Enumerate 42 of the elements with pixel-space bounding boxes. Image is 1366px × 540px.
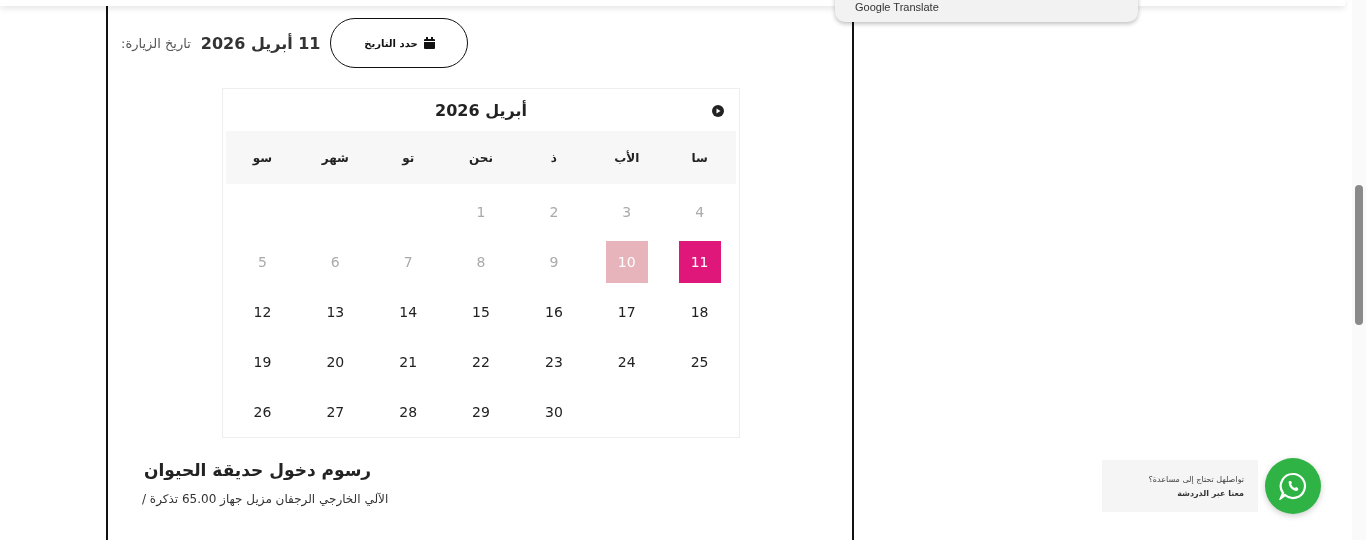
calendar-day[interactable]: 17	[605, 291, 648, 333]
calendar-day[interactable]: 14	[387, 291, 430, 333]
calendar-day[interactable]: 20	[314, 341, 357, 383]
chat-prompt: تواصلهل تحتاج إلى مساعدة؟	[1147, 474, 1244, 484]
section-heading: رسوم دخول حديقة الحيوان	[144, 460, 372, 480]
calendar-day[interactable]: 15	[460, 291, 502, 333]
calendar-day[interactable]: 27	[314, 391, 357, 433]
calendar-day[interactable]: 18	[678, 291, 721, 333]
calendar-day[interactable]: 19	[241, 341, 284, 383]
weekday-label: تو	[402, 150, 415, 165]
selected-date: 11 أبريل 2026	[200, 33, 321, 53]
calendar-day[interactable]: 13	[314, 291, 357, 333]
chat-prompt: معنا عبر الدردشة	[1176, 488, 1244, 498]
chat-bubble[interactable]: تواصلهل تحتاج إلى مساعدة؟ معنا عبر الدردشة	[1102, 460, 1258, 512]
calendar-day[interactable]: 16	[532, 291, 575, 333]
calendar-day[interactable]: 11	[678, 241, 721, 283]
calendar-day[interactable]: 28	[387, 391, 430, 433]
weekday-label: نحن	[469, 150, 493, 165]
calendar-day[interactable]: 26	[241, 391, 284, 433]
weekday-label: سا	[691, 150, 708, 165]
weekday-label: الأب	[614, 150, 640, 165]
weekday-label: سو	[252, 150, 273, 165]
chat-button[interactable]	[1265, 458, 1321, 514]
ticket-price-line: الآلي الخارجي الرجفان مزيل جهاز 65.00 تذكرة /	[142, 492, 389, 506]
calendar-day[interactable]: 22	[460, 341, 502, 383]
translate-label: Google Translate	[855, 1, 939, 14]
month-title: أبريل 2026	[435, 100, 527, 120]
phone-bubble-icon	[1279, 472, 1307, 500]
visit-date-label: تاريخ الزيارة:	[121, 35, 191, 51]
calendar-day[interactable]: 30	[532, 391, 575, 433]
scrollbar-thumb[interactable]	[1355, 185, 1363, 325]
weekday-label: شهر	[321, 150, 349, 165]
calendar-day[interactable]: 29	[460, 391, 502, 433]
next-month-icon[interactable]	[712, 105, 724, 117]
calendar-day[interactable]: 24	[605, 341, 648, 383]
select-date-button[interactable]: حدد التاريخ	[330, 18, 469, 68]
calendar-day[interactable]: 12	[241, 291, 284, 333]
weekday-label: ذ	[550, 150, 557, 165]
calendar-day[interactable]: 25	[678, 341, 721, 383]
calendar-day[interactable]: 23	[532, 341, 575, 383]
calendar-day[interactable]: 21	[387, 341, 430, 383]
calendar-icon	[423, 37, 435, 49]
